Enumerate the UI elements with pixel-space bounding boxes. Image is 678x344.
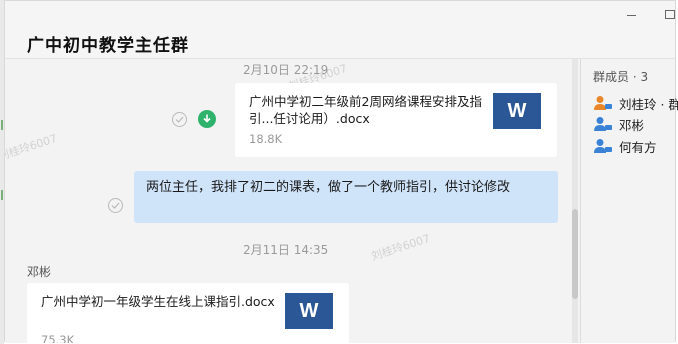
file-message[interactable]: 广州中学初二年级前2周网络课程安排及指引...任讨论用）.docx 18.8K … [235,83,557,157]
chat-window: 广中初中教学主任群 刘桂玲6007 刘桂玲6007 刘桂玲6007 2月10日 … [4,0,678,343]
member-panel: 群成员 · 3 刘桂玲 · 群 邓彬 何有方 [580,59,678,343]
group-title: 广中初中教学主任群 [27,36,189,56]
title-bar: 广中初中教学主任群 [5,1,675,59]
member-item[interactable]: 何有方 [593,136,678,156]
word-document-icon: W [493,93,541,129]
watermark: 刘桂玲6007 [369,231,432,264]
member-name: 何有方 [619,140,657,155]
read-status-icon [172,112,187,127]
member-name: 刘桂玲 · 群 [619,97,678,112]
file-size: 75.3K [41,333,75,343]
read-status-icon [108,198,123,213]
maximize-icon[interactable] [663,7,677,19]
minimize-icon[interactable] [625,7,639,19]
scrollbar[interactable] [572,59,578,343]
member-count-header: 群成员 · 3 [593,70,649,84]
file-size: 18.8K [249,132,283,146]
watermark: 刘桂玲6007 [5,131,59,164]
owner-avatar-icon [594,96,612,110]
file-name: 广州中学初一年级学生在线上课指引.docx [41,294,275,309]
scrollbar-thumb[interactable] [572,209,578,299]
word-document-icon: W [285,293,333,329]
edge-mark [1,120,3,130]
edge-mark [1,190,3,200]
file-name: 广州中学初二年级前2周网络课程安排及指引...任讨论用）.docx [249,94,482,126]
timestamp: 2月11日 14:35 [243,243,329,257]
message-area[interactable]: 刘桂玲6007 刘桂玲6007 刘桂玲6007 2月10日 22:19 广州中学… [5,59,580,343]
timestamp: 2月10日 22:19 [243,63,329,77]
member-item[interactable]: 邓彬 [593,114,678,134]
text-message-bubble[interactable]: 两位主任，我排了初二的课表，做了一个教师指引，供讨论修改 [134,171,558,223]
member-item[interactable]: 刘桂玲 · 群 [593,93,678,113]
member-avatar-icon [594,139,612,153]
download-icon[interactable] [198,110,216,128]
file-message[interactable]: 广州中学初一年级学生在线上课指引.docx 75.3K W [27,283,349,343]
member-avatar-icon [594,117,612,131]
member-name: 邓彬 [619,118,645,133]
sender-name: 邓彬 [27,265,52,279]
